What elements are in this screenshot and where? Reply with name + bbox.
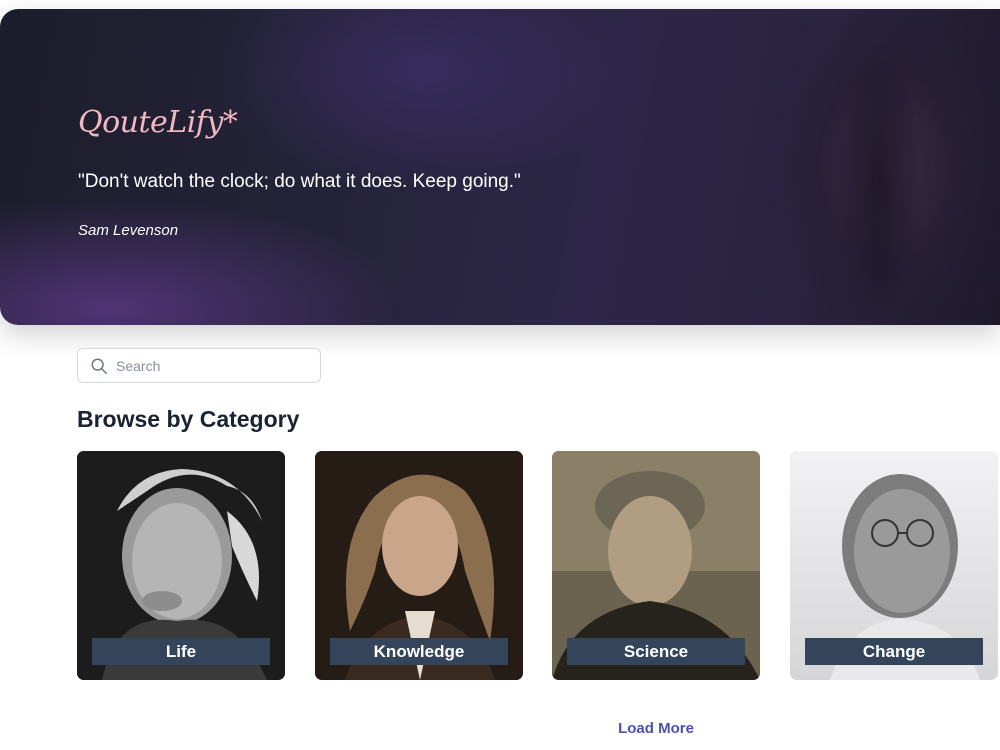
category-card-life[interactable]: Life (77, 451, 285, 680)
section-heading: Browse by Category (77, 406, 300, 432)
featured-quote: "Don't watch the clock; do what it does.… (78, 171, 521, 192)
hero-background-shade (820, 29, 940, 325)
search-icon (91, 358, 107, 374)
quote-author: Sam Levenson (78, 222, 179, 239)
category-card-change[interactable]: Change (790, 451, 998, 680)
category-card-knowledge[interactable]: Knowledge (315, 451, 523, 680)
load-more-button[interactable]: Load More (0, 720, 1000, 737)
hero-banner: QouteLify* "Don't watch the clock; do wh… (0, 9, 1000, 325)
category-label: Life (92, 638, 270, 665)
app-logo[interactable]: QouteLify* (78, 105, 238, 140)
category-label: Science (567, 638, 745, 665)
search-input[interactable] (116, 357, 306, 374)
category-card-science[interactable]: Science (552, 451, 760, 680)
search-box[interactable] (77, 348, 321, 383)
category-label: Knowledge (330, 638, 508, 665)
category-label: Change (805, 638, 983, 665)
